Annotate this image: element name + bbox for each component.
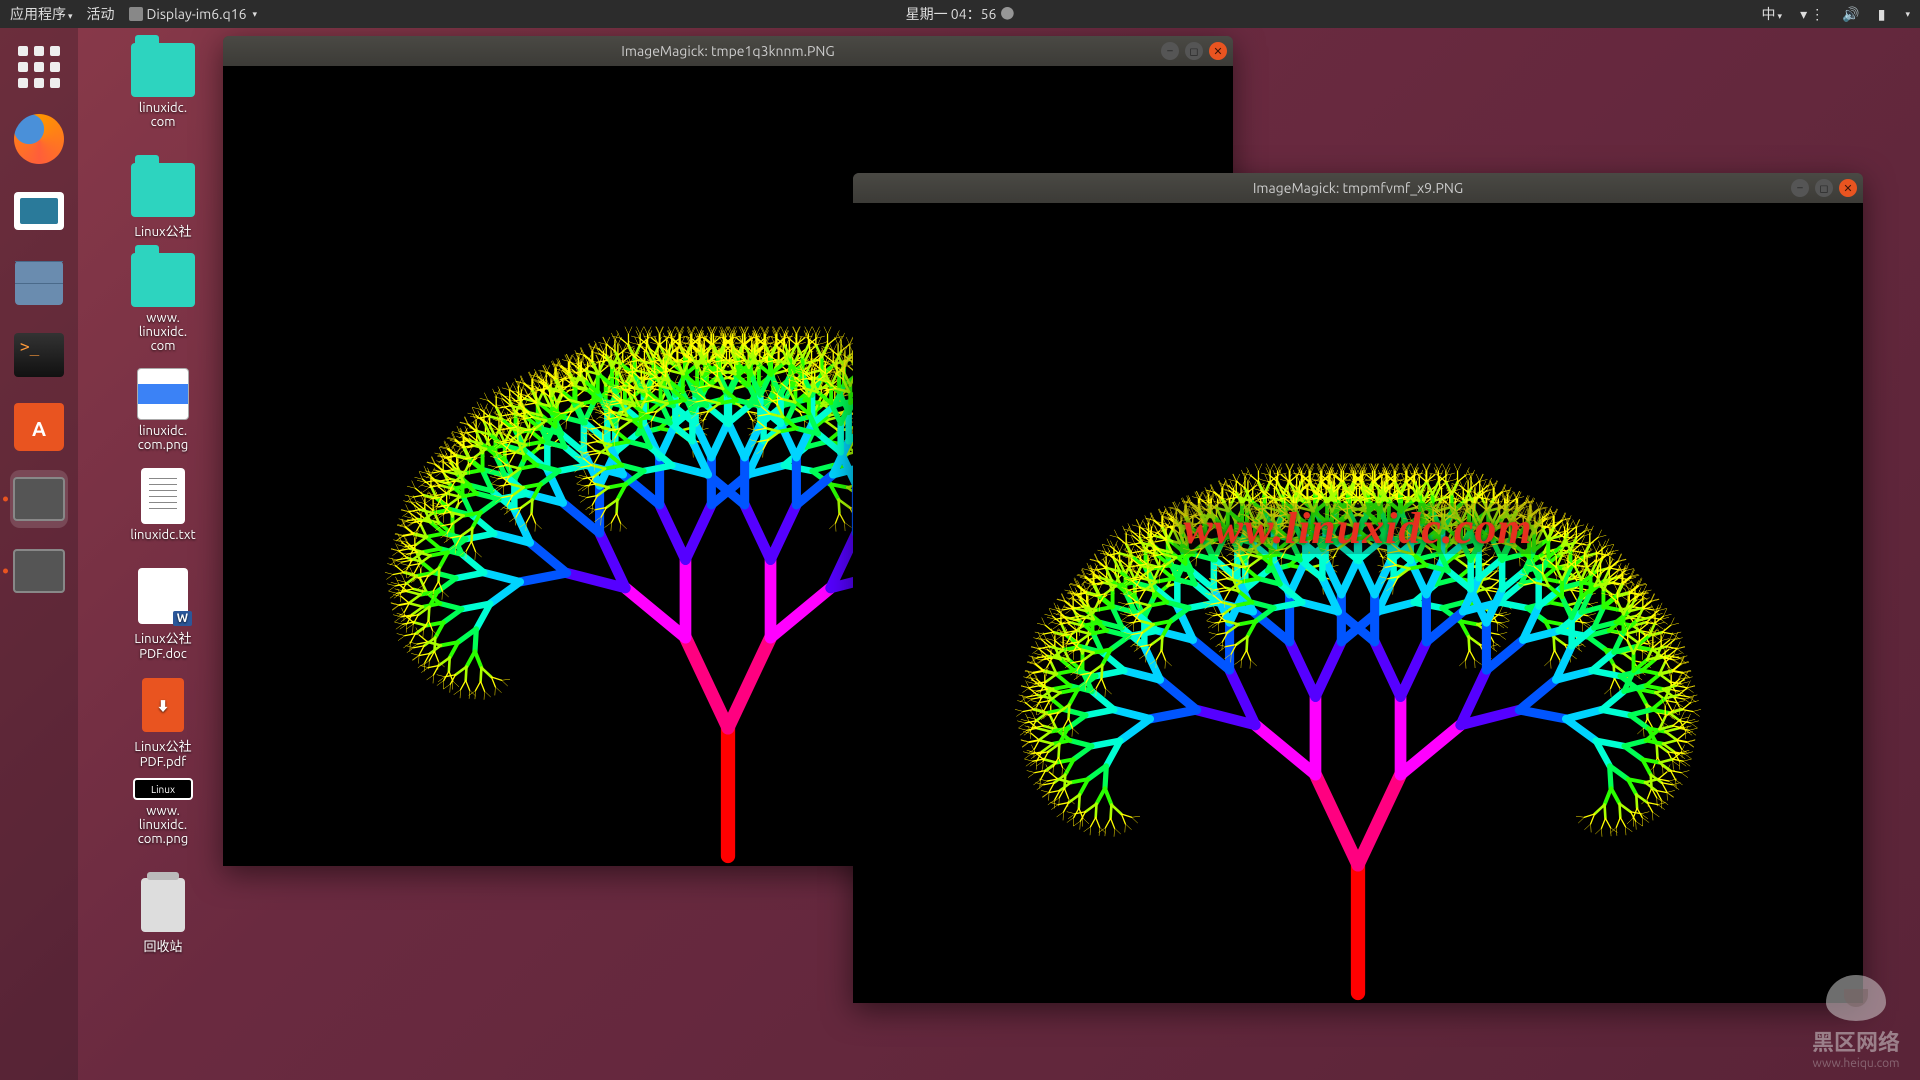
terminal-launcher[interactable]: >_ [10,326,68,384]
desktop-icon-folder-1[interactable]: Linux公社 [108,163,218,240]
desktop-icon-folder-2[interactable]: www. linuxidc. com [108,253,218,353]
battery-icon[interactable]: ▮ [1878,6,1886,23]
image-viewer-launcher-2[interactable] [10,542,68,600]
filing-cabinet-icon [15,261,63,305]
window-title: ImageMagick: tmpmfvmf_x9.PNG [1253,180,1463,196]
software-center-launcher[interactable] [10,398,68,456]
firefox-launcher[interactable] [10,110,68,168]
icon-label: www. linuxidc. com [108,311,218,353]
desktop-icon-txt-4[interactable]: linuxidc.txt [108,468,218,542]
volume-icon[interactable]: 🔊 [1842,6,1859,23]
window-titlebar[interactable]: ImageMagick: tmpmfvmf_x9.PNG – ◻ ✕ [853,173,1863,203]
network-icon[interactable]: ▾ ⋮ [1800,6,1824,23]
doc-icon [138,568,188,624]
png-linuxco-icon [137,368,189,420]
activities-button[interactable]: 活动 [87,4,115,24]
icon-label: linuxidc. com [108,101,218,129]
show-applications-button[interactable] [10,38,68,96]
txt-icon [141,468,185,524]
close-button[interactable]: ✕ [1209,42,1227,60]
focused-app-indicator[interactable]: Display-im6.q16▾ [129,6,258,22]
brand-url: www.heiqu.com [1812,1057,1900,1070]
focused-app-label: Display-im6.q16 [147,6,247,22]
icon-label: Linux公社 PDF.doc [108,628,218,661]
desktop-icon-folder-0[interactable]: linuxidc. com [108,43,218,129]
input-method-indicator[interactable]: 中▾ [1762,4,1783,24]
page-watermark-logo: 黑区网络 www.heiqu.com [1812,975,1900,1070]
watermark-text: www.linuxidc.com [1173,503,1542,554]
imagemagick-window-2[interactable]: ImageMagick: tmpmfvmf_x9.PNG – ◻ ✕ www.l… [853,173,1863,1003]
pdf-icon: ⬇ [142,678,184,732]
terminal-icon: >_ [14,333,64,377]
system-menu-caret[interactable]: ▾ [1905,9,1910,20]
icon-label: Linux公社 PDF.pdf [108,736,218,769]
image-content: www.linuxidc.com [853,203,1863,1003]
image-viewer-icon [13,477,65,521]
desktop[interactable]: ImageMagick: tmpe1q3knnm.PNG – ◻ ✕ Image… [78,28,1920,1080]
folder-icon [131,163,195,217]
minimize-button[interactable]: – [1161,42,1179,60]
display-app-icon [129,7,143,21]
screenshot-icon [14,192,64,230]
launcher-dock: >_ [0,28,78,1080]
folder-icon [131,253,195,307]
icon-label: linuxidc. com.png [108,424,218,452]
applications-menu[interactable]: 应用程序▾ [10,4,73,24]
icon-label: www. linuxidc. com.png [108,804,218,846]
firefox-icon [14,114,64,164]
image-viewer-icon [13,549,65,593]
desktop-icon-trash-8[interactable]: 回收站 [108,878,218,955]
gnome-top-bar: 应用程序▾ 活动 Display-im6.q16▾ 星期一 04：56● 中▾ … [0,0,1920,28]
clock[interactable]: 星期一 04：56● [906,4,1015,24]
desktop-icon-png-linuxco-3[interactable]: linuxidc. com.png [108,368,218,452]
files-launcher[interactable] [10,254,68,312]
image-viewer-launcher-1[interactable] [10,470,68,528]
shopping-bag-icon [14,403,64,451]
folder-icon [131,43,195,97]
window-title: ImageMagick: tmpe1q3knnm.PNG [621,43,834,59]
minimize-button[interactable]: – [1791,179,1809,197]
window-titlebar[interactable]: ImageMagick: tmpe1q3knnm.PNG – ◻ ✕ [223,36,1233,66]
icon-label: Linux公社 [108,221,218,240]
desktop-icon-pdf-6[interactable]: ⬇ Linux公社 PDF.pdf [108,678,218,769]
desktop-icon-linuxbadge-7[interactable]: Linux www. linuxidc. com.png [108,778,218,846]
brand-name: 黑区网络 [1812,1025,1900,1057]
linuxbadge-icon: Linux [133,778,193,800]
maximize-button[interactable]: ◻ [1815,179,1833,197]
close-button[interactable]: ✕ [1839,179,1857,197]
desktop-icon-doc-5[interactable]: Linux公社 PDF.doc [108,568,218,661]
mushroom-icon [1826,975,1886,1021]
fractal-tree-image [853,203,1863,1003]
icon-label: 回收站 [108,936,218,955]
icon-label: linuxidc.txt [108,528,218,542]
screenshot-launcher[interactable] [10,182,68,240]
maximize-button[interactable]: ◻ [1185,42,1203,60]
trash-icon [141,878,185,932]
